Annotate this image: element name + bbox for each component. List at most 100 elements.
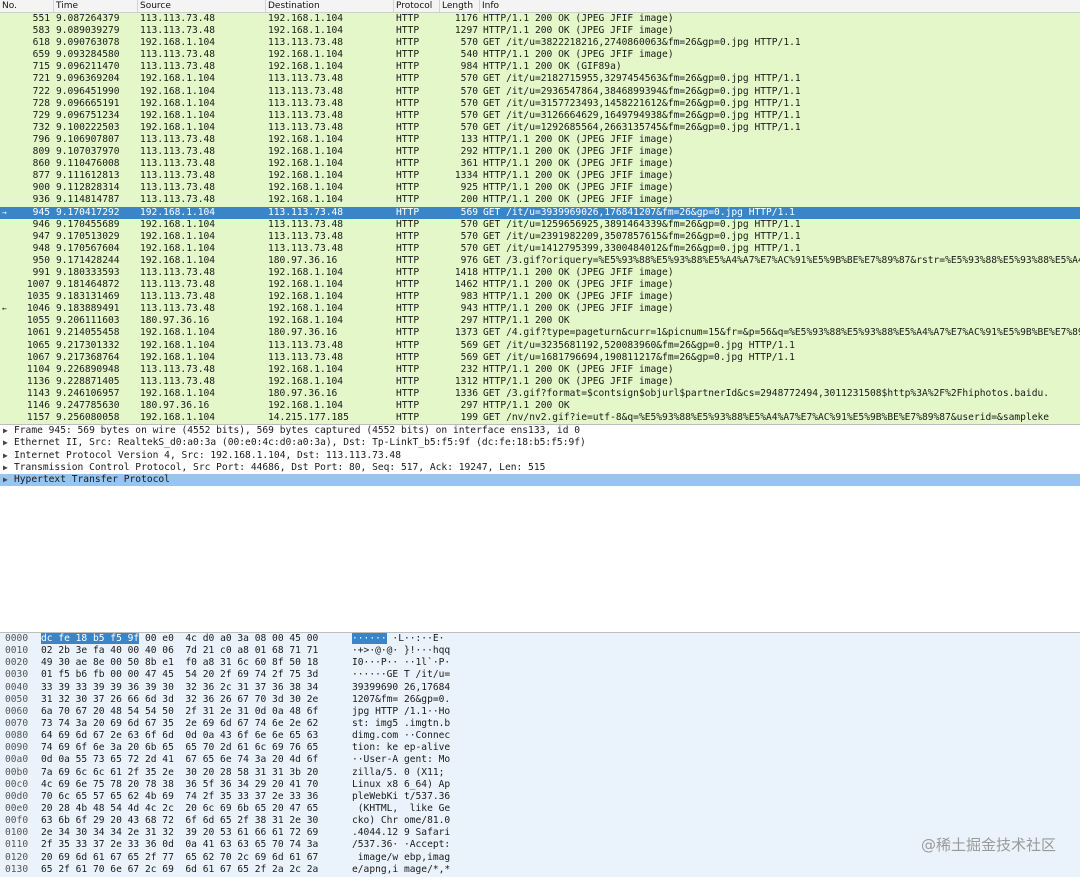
bytes-hex[interactable]: 6a 70 67 20 48 54 54 50 2f 31 2e 31 0d 0… (41, 706, 318, 718)
bytes-row[interactable]: 0020 49 30 ae 8e 00 50 8b e1 f0 a8 31 6c … (0, 657, 1080, 669)
bytes-row[interactable]: 00e0 20 28 4b 48 54 4d 4c 2c 20 6c 69 6b … (0, 803, 1080, 815)
bytes-row[interactable]: 0050 31 32 30 37 26 66 6d 3d 32 36 26 67 … (0, 694, 1080, 706)
bytes-row[interactable]: 00c0 4c 69 6e 75 78 20 78 38 36 5f 36 34 … (0, 779, 1080, 791)
bytes-hex[interactable]: 0d 0a 55 73 65 72 2d 41 67 65 6e 74 3a 2… (41, 754, 318, 766)
bytes-ascii[interactable]: I0···P·· ··1l`·P· (352, 657, 450, 669)
bytes-ascii[interactable]: ··User-A gent: Mo (352, 754, 450, 766)
bytes-row[interactable]: 0080 64 69 6d 67 2e 63 6f 6d 0d 0a 43 6f … (0, 730, 1080, 742)
column-header-time[interactable]: Time (54, 0, 138, 12)
table-row[interactable]: 950 9.171428244 192.168.1.104 180.97.36.16 H… (0, 254, 1080, 267)
bytes-hex[interactable]: 20 69 6d 61 67 65 2f 77 65 62 70 2c 69 6… (41, 852, 318, 864)
expand-triangle-icon[interactable]: ▶ (3, 462, 8, 474)
bytes-ascii[interactable]: cko) Chr ome/81.0 (352, 815, 450, 827)
detail-tree-item[interactable]: ▶ Frame 945: 569 bytes on wire (4552 bits… (0, 425, 1080, 437)
bytes-row[interactable]: 0000 dc fe 18 b5 f5 9f 00 e0 4c d0 a0 3a … (0, 633, 1080, 645)
table-row[interactable]: 1065 9.217301332 192.168.1.104 113.113.73.4… (0, 339, 1080, 352)
bytes-ascii[interactable]: /537.36· ·Accept: (352, 839, 450, 851)
bytes-ascii[interactable]: zilla/5. 0 (X11; (352, 767, 450, 779)
bytes-hex[interactable]: 64 69 6d 67 2e 63 6f 6d 0d 0a 43 6f 6e 6… (41, 730, 318, 742)
column-header-protocol[interactable]: Protocol (394, 0, 440, 12)
bytes-ascii[interactable]: e/apng,i mage/*,* (352, 864, 450, 876)
bytes-row[interactable]: 0130 65 2f 61 70 6e 67 2c 69 6d 61 67 65 … (0, 864, 1080, 876)
bytes-ascii[interactable]: jpg HTTP /1.1··Ho (352, 706, 450, 718)
bytes-ascii[interactable]: 39399690 26,17684 (352, 682, 450, 694)
bytes-ascii[interactable]: pleWebKi t/537.36 (352, 791, 450, 803)
bytes-hex[interactable]: 2f 35 33 37 2e 33 36 0d 0a 41 63 63 65 7… (41, 839, 318, 851)
bytes-row[interactable]: 0100 2e 34 30 34 34 2e 31 32 39 20 53 61 … (0, 827, 1080, 839)
bytes-row[interactable]: 0060 6a 70 67 20 48 54 54 50 2f 31 2e 31 … (0, 706, 1080, 718)
bytes-row[interactable]: 0070 73 74 3a 20 69 6d 67 35 2e 69 6d 67 … (0, 718, 1080, 730)
bytes-hex[interactable]: 31 32 30 37 26 66 6d 3d 32 36 26 67 70 3… (41, 694, 318, 706)
packet-list-pane[interactable]: No. Time Source Destination Protocol Len… (0, 0, 1080, 424)
table-row[interactable]: 732 9.100222503 192.168.1.104 113.113.73.48… (0, 121, 1080, 134)
table-row[interactable]: 860 9.110476008 113.113.73.48 192.168.1.104… (0, 158, 1080, 171)
table-row[interactable]: 729 9.096751234 192.168.1.104 113.113.73.48… (0, 109, 1080, 122)
column-header-info[interactable]: Info (480, 0, 1080, 12)
table-row[interactable]: 1067 9.217368764 192.168.1.104 113.113.73.4… (0, 351, 1080, 364)
bytes-row[interactable]: 0090 74 69 6f 6e 3a 20 6b 65 65 70 2d 61 … (0, 742, 1080, 754)
table-row[interactable]: 659 9.093284580 113.113.73.48 192.168.1.104… (0, 49, 1080, 62)
table-row[interactable]: 877 9.111612813 113.113.73.48 192.168.1.104… (0, 170, 1080, 183)
column-header-length[interactable]: Length (440, 0, 480, 12)
table-row[interactable]: 721 9.096369204 192.168.1.104 113.113.73.48… (0, 73, 1080, 86)
bytes-hex[interactable]: 02 2b 3e fa 40 00 40 06 7d 21 c0 a8 01 6… (41, 645, 318, 657)
bytes-row[interactable]: 0110 2f 35 33 37 2e 33 36 0d 0a 41 63 63 … (0, 839, 1080, 851)
table-row[interactable]: 948 9.170567604 192.168.1.104 113.113.73.48… (0, 242, 1080, 255)
bytes-hex[interactable]: 20 28 4b 48 54 4d 4c 2c 20 6c 69 6b 65 2… (41, 803, 318, 815)
bytes-hex[interactable]: 7a 69 6c 6c 61 2f 35 2e 30 20 28 58 31 3… (41, 767, 318, 779)
bytes-ascii[interactable]: image/w ebp,imag (352, 852, 450, 864)
bytes-hex[interactable]: 33 39 33 39 39 36 39 30 32 36 2c 31 37 3… (41, 682, 318, 694)
bytes-ascii[interactable]: (KHTML, like Ge (352, 803, 450, 815)
table-row[interactable]: 947 9.170513029 192.168.1.104 113.113.73.48… (0, 230, 1080, 243)
detail-tree-item[interactable]: ▶ Ethernet II, Src: RealtekS_d0:a0:3a (00… (0, 437, 1080, 449)
table-row[interactable]: 1143 9.246106957 192.168.1.104 180.97.36.16… (0, 387, 1080, 400)
packet-details-pane[interactable]: ▶ Frame 945: 569 bytes on wire (4552 bits… (0, 424, 1080, 633)
bytes-row[interactable]: 00b0 7a 69 6c 6c 61 2f 35 2e 30 20 28 58 … (0, 767, 1080, 779)
table-row[interactable]: 1035 9.183131469 113.113.73.48 192.168.1.10… (0, 291, 1080, 304)
bytes-row[interactable]: 0040 33 39 33 39 39 36 39 30 32 36 2c 31 … (0, 682, 1080, 694)
table-row[interactable]: 618 9.090763078 192.168.1.104 113.113.73.48… (0, 37, 1080, 50)
bytes-hex[interactable]: 63 6b 6f 29 20 43 68 72 6f 6d 65 2f 38 3… (41, 815, 318, 827)
table-row[interactable]: 1157 9.256080058 192.168.1.104 14.215.177.1… (0, 412, 1080, 424)
table-row[interactable]: 551 9.087264379 113.113.73.48 192.168.1.104… (0, 13, 1080, 26)
expand-triangle-icon[interactable]: ▶ (3, 450, 8, 462)
bytes-ascii[interactable]: ······GE T /it/u= (352, 669, 450, 681)
bytes-row[interactable]: 0120 20 69 6d 61 67 65 2f 77 65 62 70 2c … (0, 852, 1080, 864)
table-row[interactable]: 1055 9.206111603 180.97.36.16 192.168.1.104… (0, 315, 1080, 328)
detail-tree-item[interactable]: ▶ Transmission Control Protocol, Src Port… (0, 462, 1080, 474)
bytes-row[interactable]: 0030 01 f5 b6 fb 00 00 47 45 54 20 2f 69 … (0, 669, 1080, 681)
bytes-hex[interactable]: 49 30 ae 8e 00 50 8b e1 f0 a8 31 6c 60 8… (41, 657, 318, 669)
bytes-ascii[interactable]: Linux x8 6_64) Ap (352, 779, 450, 791)
detail-tree-item[interactable]: ▶ Internet Protocol Version 4, Src: 192.1… (0, 450, 1080, 462)
table-row[interactable]: 991 9.180333593 113.113.73.48 192.168.1.104… (0, 266, 1080, 280)
packet-bytes-pane[interactable]: 0000 dc fe 18 b5 f5 9f 00 e0 4c d0 a0 3a … (0, 632, 1080, 877)
table-row[interactable]: 900 9.112828314 113.113.73.48 192.168.1.104… (0, 182, 1080, 195)
table-row[interactable]: 796 9.106907807 113.113.73.48 192.168.1.104… (0, 133, 1080, 147)
bytes-ascii[interactable]: ·+>·@·@· }!···hqq (352, 645, 450, 657)
table-row[interactable]: 945 9.170417292 192.168.1.104 113.113.73.48… (0, 206, 1080, 219)
detail-tree-item[interactable]: ▶ Hypertext Transfer Protocol (0, 474, 1080, 487)
table-row[interactable]: 715 9.096211470 113.113.73.48 192.168.1.104… (0, 61, 1080, 74)
bytes-hex[interactable]: 2e 34 30 34 34 2e 31 32 39 20 53 61 66 6… (41, 827, 318, 839)
bytes-ascii[interactable]: ······ ·L··:··E· (352, 633, 444, 645)
table-row[interactable]: 946 9.170455689 192.168.1.104 113.113.73.48… (0, 218, 1080, 231)
bytes-ascii[interactable]: st: img5 .imgtn.b (352, 718, 450, 730)
bytes-hex[interactable]: 4c 69 6e 75 78 20 78 38 36 5f 36 34 29 2… (41, 779, 318, 791)
column-header-destination[interactable]: Destination (266, 0, 394, 12)
table-row[interactable]: 809 9.107037970 113.113.73.48 192.168.1.104… (0, 146, 1080, 159)
expand-triangle-icon[interactable]: ▶ (3, 425, 8, 437)
table-row[interactable]: 1007 9.181464872 113.113.73.48 192.168.1.10… (0, 279, 1080, 292)
bytes-ascii[interactable]: dimg.com ··Connec (352, 730, 450, 742)
table-row[interactable]: 728 9.096665191 192.168.1.104 113.113.73.48… (0, 97, 1080, 110)
bytes-hex[interactable]: 65 2f 61 70 6e 67 2c 69 6d 61 67 65 2f 2… (41, 864, 318, 876)
bytes-ascii[interactable]: 1207&fm= 26&gp=0. (352, 694, 450, 706)
bytes-ascii[interactable]: .4044.12 9 Safari (352, 827, 450, 839)
table-row[interactable]: 722 9.096451990 192.168.1.104 113.113.73.48… (0, 85, 1080, 98)
bytes-row[interactable]: 0010 02 2b 3e fa 40 00 40 06 7d 21 c0 a8 … (0, 645, 1080, 657)
bytes-row[interactable]: 00f0 63 6b 6f 29 20 43 68 72 6f 6d 65 2f … (0, 815, 1080, 827)
bytes-ascii[interactable]: tion: ke ep-alive (352, 742, 450, 754)
table-row[interactable]: 583 9.089039279 113.113.73.48 192.168.1.104… (0, 25, 1080, 38)
bytes-hex[interactable]: 73 74 3a 20 69 6d 67 35 2e 69 6d 67 74 6… (41, 718, 318, 730)
table-row[interactable]: 936 9.114814787 113.113.73.48 192.168.1.104… (0, 194, 1080, 207)
expand-triangle-icon[interactable]: ▶ (3, 474, 8, 486)
